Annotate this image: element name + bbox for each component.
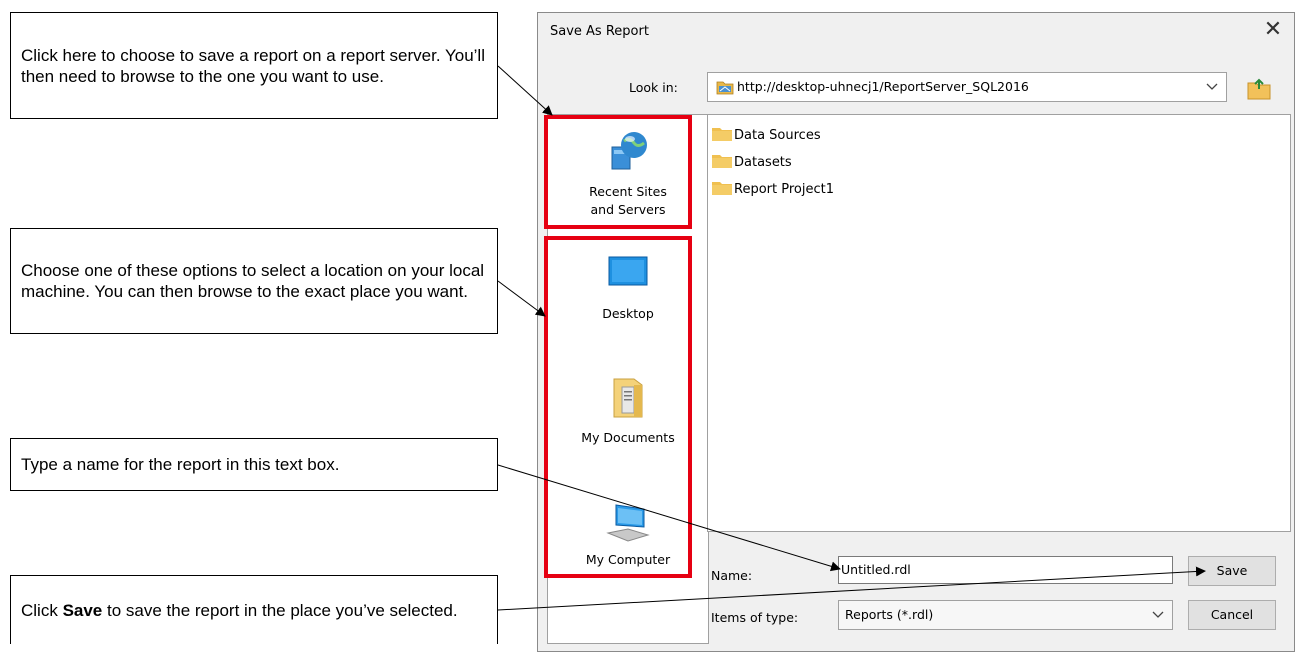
callout-type-name: Type a name for the report in this text …	[10, 438, 498, 491]
look-in-combobox[interactable]: http://desktop-uhnecj1/ReportServer_SQL2…	[707, 72, 1227, 102]
callout-report-server-text: Click here to choose to save a report on…	[21, 45, 485, 86]
look-in-value: http://desktop-uhnecj1/ReportServer_SQL2…	[737, 79, 1029, 94]
chevron-down-icon	[1206, 83, 1218, 90]
up-one-level-icon[interactable]	[1246, 75, 1272, 101]
save-button[interactable]: Save	[1188, 556, 1276, 586]
callout-save-bold: Save	[62, 600, 103, 620]
callout-save-text: Click Save to save the report in the pla…	[21, 600, 458, 620]
callout-local-machine-text: Choose one of these options to select a …	[21, 261, 485, 301]
list-item[interactable]: Data Sources	[712, 126, 821, 146]
callout-report-server: Click here to choose to save a report on…	[10, 12, 498, 119]
callout-local-machine: Choose one of these options to select a …	[10, 228, 498, 334]
network-folder-icon	[716, 81, 734, 95]
list-item[interactable]: Report Project1	[712, 180, 834, 200]
file-list[interactable]: Data Sources Datasets Report Project1	[707, 114, 1291, 532]
highlight-recent-sites	[544, 115, 692, 229]
callout-type-name-text: Type a name for the report in this text …	[21, 455, 340, 474]
items-of-type-value: Reports (*.rdl)	[845, 607, 934, 622]
cancel-button[interactable]: Cancel	[1188, 600, 1276, 630]
callout-save: Click Save to save the report in the pla…	[10, 575, 498, 644]
folder-icon	[712, 181, 732, 195]
close-button[interactable]: ✕	[1260, 17, 1286, 43]
chevron-down-icon	[1152, 611, 1164, 618]
look-in-label: Look in:	[629, 80, 678, 95]
name-label: Name:	[711, 568, 753, 583]
items-of-type-label: Items of type:	[711, 610, 799, 625]
folder-icon	[712, 154, 732, 168]
items-of-type-combobox[interactable]: Reports (*.rdl)	[838, 600, 1173, 630]
dialog-title: Save As Report	[550, 24, 649, 39]
name-input[interactable]: Untitled.rdl	[838, 556, 1173, 584]
list-item[interactable]: Datasets	[712, 153, 792, 173]
folder-icon	[712, 127, 732, 141]
highlight-local-places	[544, 236, 692, 578]
